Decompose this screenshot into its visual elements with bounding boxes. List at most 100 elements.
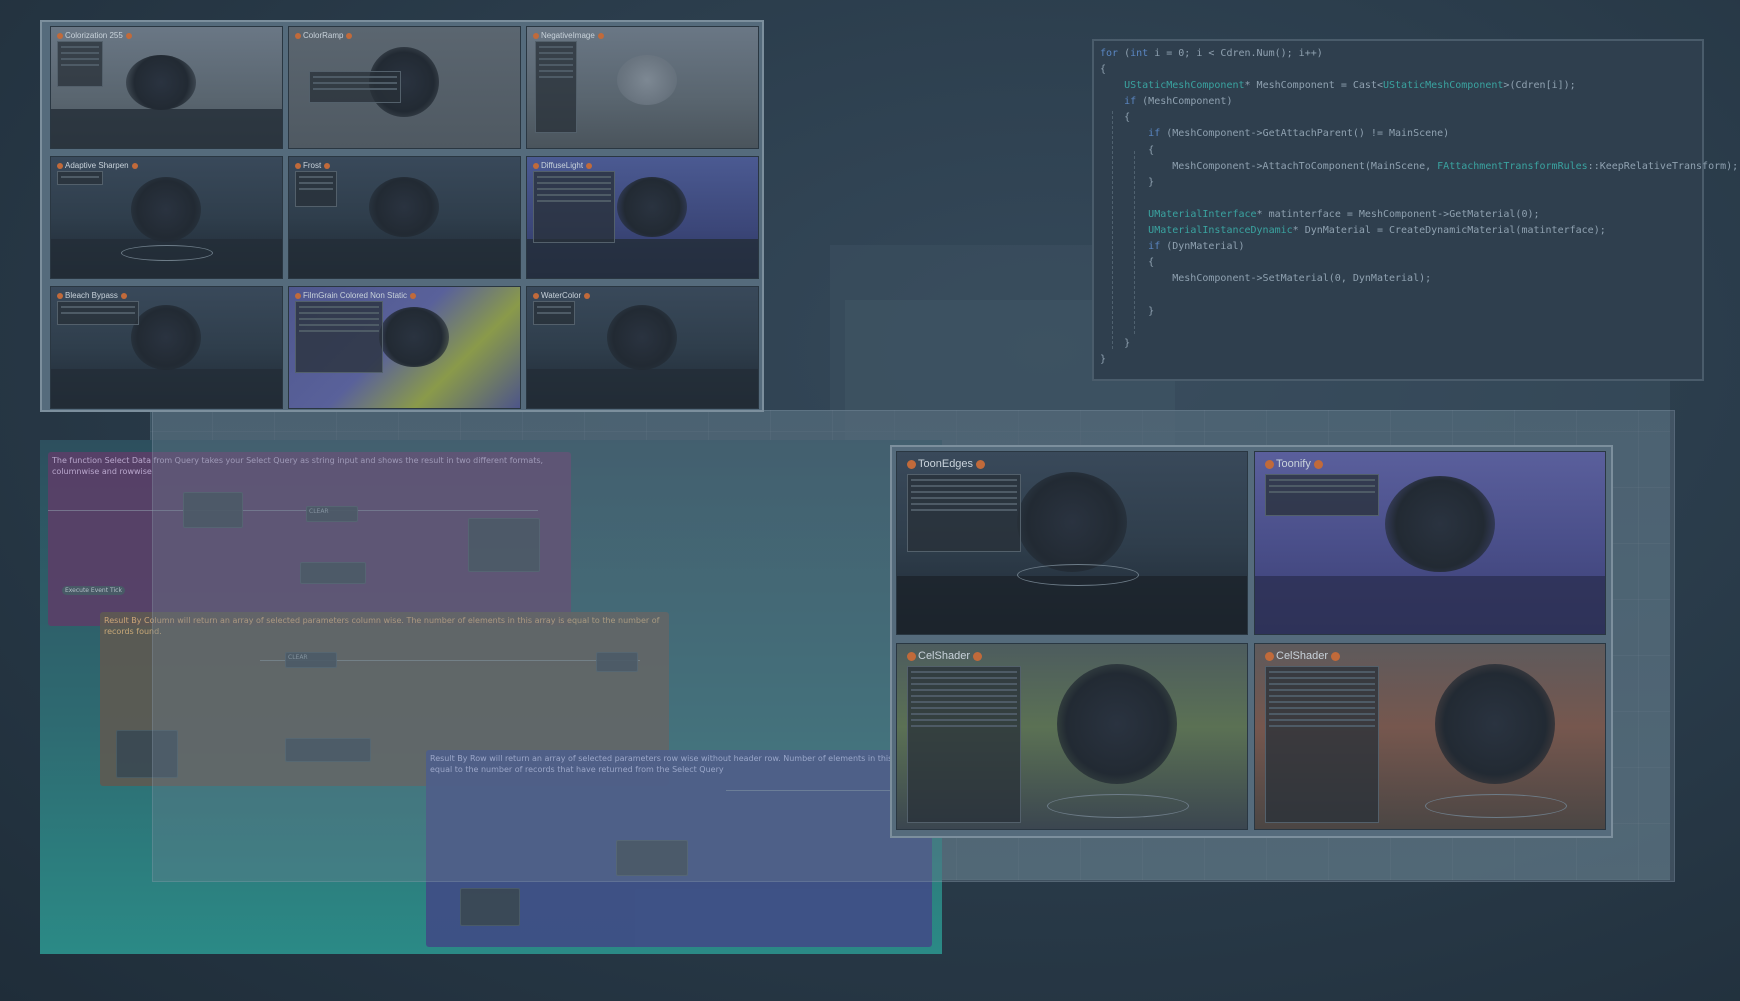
code-line: {: [1100, 62, 1696, 78]
code-token: if: [1148, 128, 1161, 140]
badge-dot-icon: [295, 32, 301, 39]
badge-dot-icon: [972, 651, 982, 661]
code-token: }: [1100, 337, 1131, 349]
thumbnail-label: ColorRamp: [295, 31, 353, 40]
code-line: {: [1100, 110, 1696, 126]
tree-graphic: [131, 177, 201, 242]
settings-panel: [907, 474, 1021, 552]
thumbnail-celshader-green[interactable]: CelShader: [896, 643, 1248, 830]
code-line: UStaticMeshComponent* MeshComponent = Ca…: [1100, 78, 1696, 94]
thumbnail-colorramp[interactable]: ColorRamp: [288, 26, 521, 149]
settings-panel: [295, 171, 337, 207]
thumbnail-label: Frost: [295, 161, 331, 170]
scene-floor: [1255, 575, 1605, 634]
code-token: (MeshComponent): [1136, 96, 1233, 108]
settings-panel: [533, 301, 575, 325]
badge-dot-icon: [131, 162, 138, 169]
tree-graphic: [126, 55, 196, 110]
thumbnail-label: Adaptive Sharpen: [57, 161, 138, 170]
settings-panel: [907, 666, 1021, 823]
planter-ring: [121, 245, 213, 261]
settings-panel: [1265, 474, 1379, 516]
code-token: for: [1100, 48, 1119, 59]
thumbnail-celshader-orange[interactable]: CelShader: [1254, 643, 1606, 830]
code-line: }: [1100, 175, 1696, 191]
code-token: (MeshComponent->GetAttachParent() != Mai…: [1160, 128, 1450, 140]
thumbnail-toonedges[interactable]: ToonEdges: [896, 451, 1248, 635]
code-token: }: [1100, 353, 1107, 365]
code-token: MeshComponent->AttachToComponent(MainSce…: [1100, 160, 1438, 172]
code-line: MeshComponent->SetMaterial(0, DynMateria…: [1100, 271, 1696, 287]
code-token: i = 0; i < Cdren.Num(); i++): [1148, 48, 1323, 59]
shader-gallery-right: ToonEdges Toonify CelShader CelShader: [890, 445, 1613, 838]
code-token: {: [1100, 144, 1155, 156]
tree-graphic: [1385, 476, 1495, 572]
badge-dot-icon: [120, 292, 127, 299]
thumbnail-colorization[interactable]: Colorization 255: [50, 26, 283, 149]
badge-dot-icon: [533, 32, 539, 39]
settings-panel: [309, 71, 401, 103]
thumbnail-label: Toonify: [1265, 458, 1323, 470]
settings-panel: [57, 301, 139, 325]
thumbnail-label: Colorization 255: [57, 31, 132, 40]
thumbnail-toonify[interactable]: Toonify: [1254, 451, 1606, 635]
badge-dot-icon: [324, 162, 331, 169]
thumbnail-frost[interactable]: Frost: [288, 156, 521, 279]
code-token: if: [1148, 241, 1161, 253]
code-token: >(Cdren[i]);: [1503, 80, 1576, 92]
thumbnail-negativeimage[interactable]: NegativeImage: [526, 26, 759, 149]
badge-dot-icon: [597, 32, 604, 39]
code-token: MeshComponent->SetMaterial(0, DynMateria…: [1100, 273, 1432, 285]
code-line: UMaterialInstanceDynamic* DynMaterial = …: [1100, 223, 1696, 239]
post-process-gallery-top: Colorization 255 ColorRamp NegativeImage…: [40, 20, 764, 412]
code-token: (DynMaterial): [1160, 241, 1245, 253]
code-line: }: [1100, 336, 1696, 352]
code-token: * MeshComponent = Cast<: [1244, 80, 1383, 92]
settings-panel: [533, 171, 615, 243]
badge-dot-icon: [907, 651, 916, 661]
thumbnail-label: DiffuseLight: [533, 161, 593, 170]
planter-ring: [1425, 794, 1567, 818]
code-token: }: [1100, 305, 1155, 317]
badge-dot-icon: [410, 292, 417, 299]
thumbnail-diffuselight[interactable]: DiffuseLight: [526, 156, 759, 279]
code-editor-window[interactable]: for (int i = 0; i < Cdren.Num(); i++) { U…: [1092, 39, 1738, 381]
thumbnail-bleach-bypass[interactable]: Bleach Bypass: [50, 286, 283, 409]
code-token: UMaterialInterface: [1148, 208, 1257, 220]
code-token: int: [1130, 48, 1149, 59]
thumbnail-title: FilmGrain Colored Non Static: [303, 291, 408, 300]
thumbnail-label: ToonEdges: [907, 458, 986, 470]
thumbnail-title: Frost: [303, 161, 322, 170]
tree-graphic: [131, 305, 201, 370]
tree-graphic: [1057, 664, 1177, 784]
badge-dot-icon: [1265, 459, 1274, 469]
badge-dot-icon: [57, 162, 63, 169]
code-token: {: [1100, 64, 1107, 76]
thumbnail-title: DiffuseLight: [541, 161, 584, 170]
settings-panel: [57, 41, 103, 87]
thumbnail-label: FilmGrain Colored Non Static: [295, 291, 417, 300]
thumbnail-adaptive-sharpen[interactable]: Adaptive Sharpen: [50, 156, 283, 279]
code-line: {: [1100, 255, 1696, 271]
tree-graphic: [1017, 472, 1127, 572]
thumbnail-label: Bleach Bypass: [57, 291, 127, 300]
thumbnail-filmgrain[interactable]: FilmGrain Colored Non Static: [288, 286, 521, 409]
graph-node[interactable]: [460, 888, 520, 926]
thumbnail-label: CelShader: [1265, 650, 1340, 662]
scene-floor: [289, 239, 520, 278]
execute-event-chip[interactable]: Execute Event Tick: [62, 586, 125, 595]
thumbnail-watercolor[interactable]: WaterColor: [526, 286, 759, 409]
settings-panel: [1265, 666, 1379, 823]
code-token: {: [1100, 112, 1131, 124]
code-token: UMaterialInstanceDynamic: [1148, 225, 1293, 237]
thumbnail-title: CelShader: [1276, 650, 1328, 662]
badge-dot-icon: [57, 32, 63, 39]
tree-graphic: [617, 177, 687, 237]
code-line: {: [1100, 143, 1696, 159]
badge-dot-icon: [533, 162, 539, 169]
thumbnail-title: ColorRamp: [303, 31, 344, 40]
settings-panel: [535, 41, 577, 133]
tree-graphic: [607, 305, 677, 370]
